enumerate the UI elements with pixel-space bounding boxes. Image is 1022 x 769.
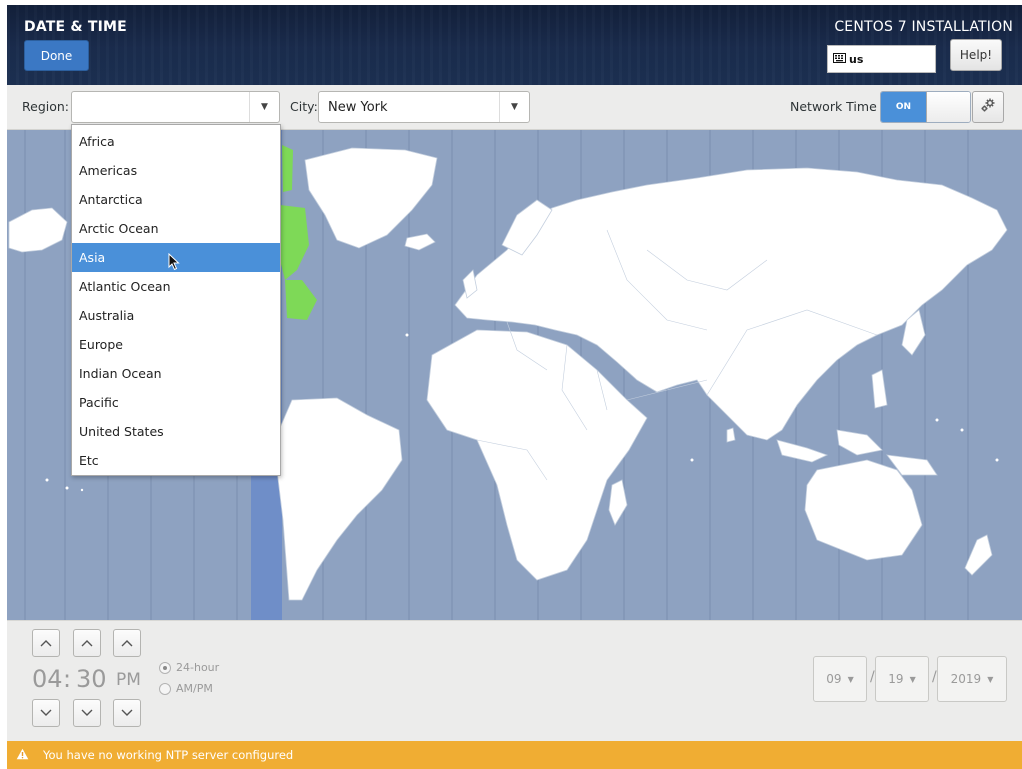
period-value: PM — [116, 670, 141, 690]
chevron-up-icon — [121, 640, 133, 647]
hour-decrement-button[interactable] — [32, 699, 60, 727]
toggle-on-label: ON — [881, 92, 926, 122]
period-increment-button[interactable] — [113, 629, 141, 657]
day-value: 19 — [888, 672, 904, 686]
chevron-down-icon — [40, 709, 52, 716]
minutes-value: 30 — [76, 665, 107, 693]
keyboard-layout-indicator[interactable]: us — [827, 45, 936, 73]
chevron-up-icon — [81, 640, 93, 647]
warning-bar: You have no working NTP server configure… — [7, 741, 1022, 769]
keyboard-icon — [833, 52, 846, 66]
region-option-etc[interactable]: Etc — [72, 446, 280, 475]
year-value: 2019 — [950, 672, 982, 686]
network-time-label: Network Time — [790, 99, 877, 114]
time-separator: : — [63, 665, 72, 693]
keyboard-layout-label: us — [849, 52, 864, 66]
year-select[interactable]: 2019 ▼ — [937, 656, 1007, 702]
city-value: New York — [328, 100, 388, 115]
time-date-panel: 04 : 30 PM 24-hour AM/PM 09 ▼ / 19 ▼ / 2… — [7, 620, 1022, 741]
install-title: CENTOS 7 INSTALLATION — [834, 19, 1013, 35]
hours-value: 04 — [32, 665, 63, 693]
chevron-up-icon — [40, 640, 52, 647]
region-option-atlantic-ocean[interactable]: Atlantic Ocean — [72, 272, 280, 301]
chevron-down-icon: ▼ — [847, 674, 854, 684]
help-button[interactable]: Help! — [950, 39, 1002, 71]
chevron-down-icon: ▼ — [909, 674, 916, 684]
radio-checked-icon — [159, 661, 171, 674]
chevron-down-icon: ▼ — [499, 92, 529, 122]
region-combobox[interactable]: ▼ — [71, 91, 280, 123]
toggle-knob — [926, 92, 970, 122]
region-option-africa[interactable]: Africa — [72, 127, 280, 156]
chevron-down-icon: ▼ — [987, 674, 994, 684]
chevron-down-icon — [121, 709, 133, 716]
minute-increment-button[interactable] — [73, 629, 101, 657]
region-option-indian-ocean[interactable]: Indian Ocean — [72, 359, 280, 388]
month-select[interactable]: 09 ▼ — [813, 656, 867, 702]
chevron-down-icon — [81, 709, 93, 716]
format-24h-label: 24-hour — [176, 661, 220, 674]
region-option-europe[interactable]: Europe — [72, 330, 280, 359]
region-option-united-states[interactable]: United States — [72, 417, 280, 446]
day-select[interactable]: 19 ▼ — [875, 656, 929, 702]
date-separator: / — [932, 669, 937, 685]
warning-icon — [16, 748, 29, 763]
gear-icon — [980, 97, 996, 117]
region-option-arctic-ocean[interactable]: Arctic Ocean — [72, 214, 280, 243]
region-option-pacific[interactable]: Pacific — [72, 388, 280, 417]
format-24h-radio[interactable]: 24-hour — [159, 661, 219, 674]
network-time-toggle[interactable]: ON — [880, 91, 971, 123]
region-dropdown-list[interactable]: Africa Americas Antarctica Arctic Ocean … — [71, 124, 281, 476]
header-bar: DATE & TIME Done CENTOS 7 INSTALLATION u… — [7, 5, 1022, 85]
region-option-americas[interactable]: Americas — [72, 156, 280, 185]
city-combobox[interactable]: New York ▼ — [318, 91, 530, 123]
format-ampm-label: AM/PM — [176, 682, 213, 695]
ntp-settings-button[interactable] — [972, 91, 1004, 123]
chevron-down-icon: ▼ — [249, 92, 279, 122]
mouse-cursor-icon — [168, 253, 180, 271]
format-ampm-radio[interactable]: AM/PM — [159, 682, 213, 695]
city-label: City: — [290, 99, 318, 114]
hour-increment-button[interactable] — [32, 629, 60, 657]
radio-unchecked-icon — [159, 682, 171, 695]
page-title: DATE & TIME — [24, 19, 127, 35]
region-label: Region: — [22, 99, 70, 114]
region-option-australia[interactable]: Australia — [72, 301, 280, 330]
region-option-antarctica[interactable]: Antarctica — [72, 185, 280, 214]
period-decrement-button[interactable] — [113, 699, 141, 727]
month-value: 09 — [826, 672, 842, 686]
minute-decrement-button[interactable] — [73, 699, 101, 727]
warning-message: You have no working NTP server configure… — [43, 748, 294, 762]
done-button[interactable]: Done — [24, 40, 89, 71]
date-separator: / — [870, 669, 875, 685]
